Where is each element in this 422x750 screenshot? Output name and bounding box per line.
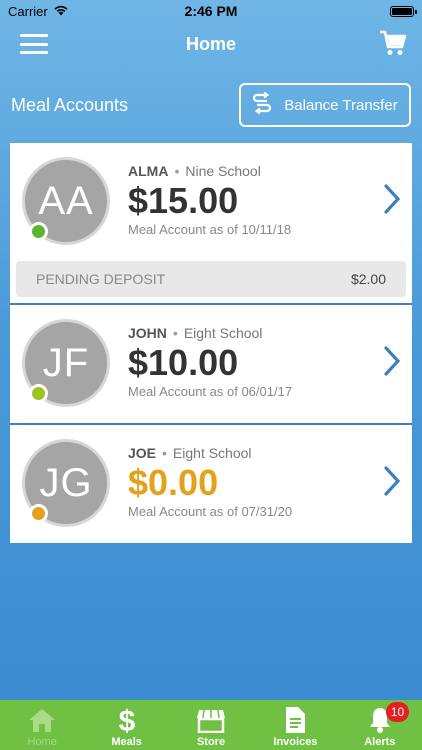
student-name: JOHN	[128, 325, 167, 341]
balance-transfer-label: Balance Transfer	[284, 96, 398, 114]
svg-text:$: $	[118, 705, 135, 735]
wifi-icon	[53, 4, 69, 19]
accounts-list: AA ALMA • Nine School $15.00 Meal Accoun…	[10, 143, 412, 543]
battery-icon	[390, 5, 417, 17]
status-indicator	[29, 222, 48, 241]
document-icon	[284, 704, 306, 736]
home-icon	[27, 704, 57, 736]
tab-alerts[interactable]: 10 Alerts	[338, 700, 422, 750]
chevron-right-icon[interactable]	[382, 465, 402, 497]
tab-bar: Home $ Meals Store Invoices 10 Alerts	[0, 700, 422, 750]
account-balance: $10.00	[128, 342, 239, 383]
account-balance: $15.00	[128, 180, 239, 221]
dollar-icon: $	[116, 704, 138, 736]
tab-invoices[interactable]: Invoices	[253, 700, 337, 750]
chevron-right-icon[interactable]	[382, 183, 402, 215]
account-card[interactable]: AA ALMA • Nine School $15.00 Meal Accoun…	[10, 143, 412, 305]
tab-label: Home	[27, 736, 57, 748]
alerts-badge: 10	[385, 702, 410, 722]
nav-bar: Home	[0, 22, 422, 66]
tab-label: Alerts	[364, 736, 396, 748]
school-name: Nine School	[185, 163, 261, 179]
section-title: Meal Accounts	[11, 94, 129, 115]
carrier-label: Carrier	[8, 3, 48, 19]
meal-accounts-header: Meal Accounts Balance Transfer	[0, 82, 422, 128]
student-name: ALMA	[128, 163, 169, 179]
tab-label: Invoices	[273, 736, 318, 748]
pending-deposit-amount: $2.00	[350, 271, 386, 287]
account-card[interactable]: JF JOHN • Eight School $10.00 Meal Accou…	[10, 305, 412, 425]
status-bar: Carrier 2:46 PM	[0, 0, 422, 22]
tab-store[interactable]: Store	[169, 700, 253, 750]
tab-label: Meals	[111, 736, 142, 748]
student-name: JOE	[128, 445, 157, 461]
school-name: Eight School	[172, 445, 252, 461]
tab-meals[interactable]: $ Meals	[84, 700, 168, 750]
tab-label: Store	[196, 736, 226, 748]
pending-deposit-row: PENDING DEPOSIT $2.00	[16, 261, 406, 297]
balance-date: Meal Account as of 07/31/20	[128, 504, 293, 519]
balance-date: Meal Account as of 06/01/17	[128, 384, 293, 399]
shopping-cart-icon[interactable]	[378, 28, 408, 58]
balance-date: Meal Account as of 10/11/18	[128, 222, 292, 237]
status-indicator	[29, 504, 48, 523]
store-icon	[196, 704, 226, 736]
account-card[interactable]: JG JOE • Eight School $0.00 Meal Account…	[10, 425, 412, 543]
school-name: Eight School	[183, 325, 263, 341]
page-title: Home	[185, 33, 236, 54]
tab-home[interactable]: Home	[0, 700, 84, 750]
balance-transfer-button[interactable]: Balance Transfer	[239, 83, 411, 127]
transfer-arrows-icon	[252, 91, 272, 118]
hamburger-menu-icon[interactable]	[20, 32, 48, 56]
account-balance: $0.00	[128, 462, 219, 503]
status-indicator	[29, 384, 48, 403]
pending-deposit-label: PENDING DEPOSIT	[36, 271, 166, 287]
chevron-right-icon[interactable]	[382, 345, 402, 377]
